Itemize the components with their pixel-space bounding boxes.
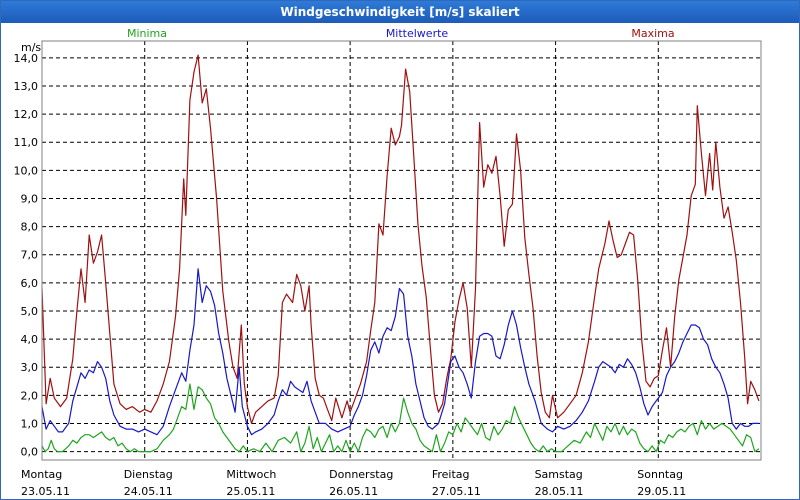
- x-tick-day: Dienstag: [124, 468, 173, 481]
- legend-minima: Minima: [127, 27, 167, 40]
- y-tick-label: 12,0: [14, 108, 39, 121]
- chart-window: Windgeschwindigkeit [m/s] skaliert Minim…: [0, 0, 800, 500]
- x-tick-day: Mittwoch: [226, 468, 276, 481]
- x-tick-day: Sonntag: [637, 468, 683, 481]
- y-tick-label: 11,0: [14, 136, 39, 149]
- x-tick-day: Donnerstag: [329, 468, 393, 481]
- y-tick-label: 14,0: [14, 52, 39, 65]
- y-tick-label: 3,0: [21, 361, 39, 374]
- x-tick-date: 24.05.11: [124, 485, 173, 498]
- series-line-mean: [41, 268, 759, 436]
- y-tick-label: 7,0: [21, 249, 39, 262]
- y-tick-label: 1,0: [21, 417, 39, 430]
- x-tick-day: Samstag: [535, 468, 583, 481]
- y-tick-label: 2,0: [21, 389, 39, 402]
- x-tick-date: 27.05.11: [432, 485, 481, 498]
- series-line-max: [41, 54, 760, 424]
- y-tick-label: 0,0: [21, 446, 39, 459]
- y-tick-label: 4,0: [21, 333, 39, 346]
- x-tick-date: 23.05.11: [21, 485, 70, 498]
- legend-maxima: Maxima: [631, 27, 674, 40]
- x-tick-date: 26.05.11: [329, 485, 378, 498]
- x-tick-date: 28.05.11: [535, 485, 584, 498]
- y-tick-label: 6,0: [21, 277, 39, 290]
- y-tick-label: 10,0: [14, 164, 39, 177]
- y-tick-label: 5,0: [21, 305, 39, 318]
- legend-mittelwerte: Mittelwerte: [386, 27, 449, 40]
- y-tick-label: 9,0: [21, 192, 39, 205]
- x-tick-day: Freitag: [432, 468, 470, 481]
- y-tick-label: 8,0: [21, 221, 39, 234]
- plot-frame: [41, 40, 762, 461]
- y-tick-label: 13,0: [14, 80, 39, 93]
- wind-speed-chart: Minima Mittelwerte Maxima m/s 0,01,02,03…: [14, 27, 762, 498]
- series-line-min: [41, 383, 760, 453]
- grid: [42, 41, 761, 460]
- x-tick-day: Montag: [21, 468, 62, 481]
- x-tick-date: 29.05.11: [637, 485, 686, 498]
- x-tick-date: 25.05.11: [226, 485, 275, 498]
